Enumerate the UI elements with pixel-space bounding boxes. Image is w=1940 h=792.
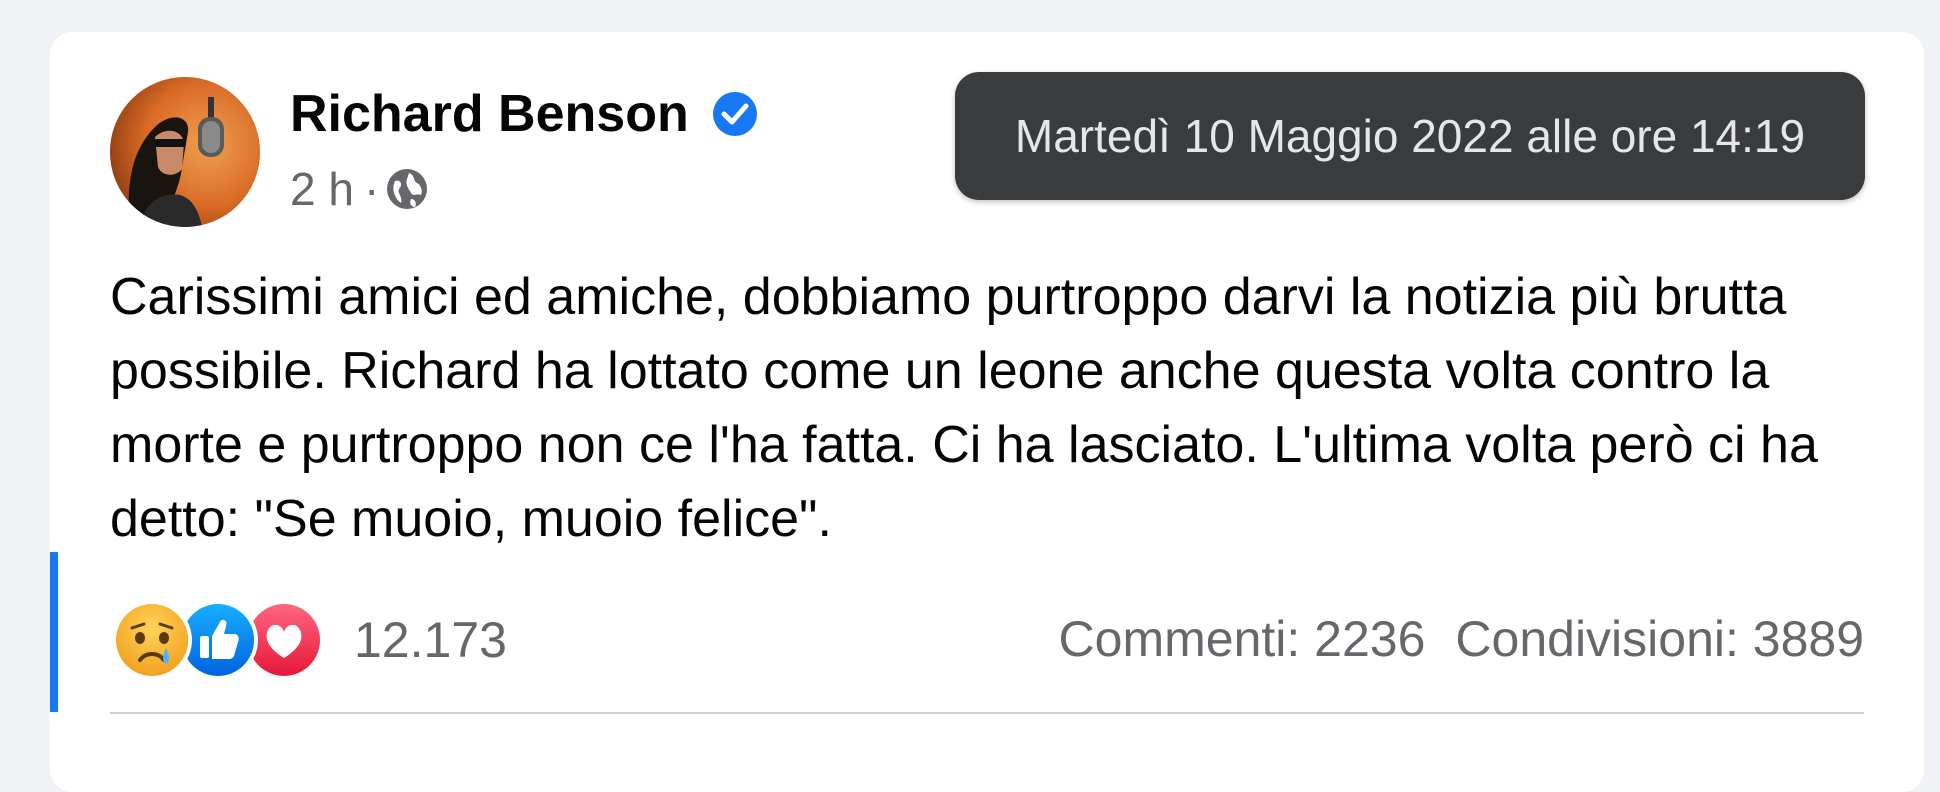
- reaction-count[interactable]: 12.173: [354, 611, 507, 669]
- globe-icon[interactable]: [385, 167, 429, 211]
- post-time[interactable]: 2 h: [290, 162, 354, 216]
- divider: [110, 712, 1864, 714]
- post-meta: 2 h ·: [290, 162, 429, 216]
- post-text: Carissimi amici ed amiche, dobbiamo purt…: [110, 268, 1818, 548]
- post-stats: Commenti: 2236 Condivisioni: 3889: [1059, 610, 1864, 668]
- tooltip-text: Martedì 10 Maggio 2022 alle ore 14:19: [1014, 110, 1806, 162]
- avatar[interactable]: [110, 77, 260, 227]
- author-name[interactable]: Richard Benson: [290, 84, 689, 144]
- verified-badge-icon: [711, 90, 759, 138]
- meta-separator: ·: [363, 163, 380, 215]
- author-name-row: Richard Benson: [290, 84, 759, 144]
- post-card: Richard Benson 2 h · Martedì 10 Maggio 2…: [50, 32, 1924, 792]
- comments-count[interactable]: Commenti: 2236: [1059, 610, 1426, 668]
- focus-indicator: [50, 552, 58, 712]
- avatar-image: [110, 77, 260, 227]
- sad-reaction-icon: [112, 600, 192, 680]
- reactions-summary[interactable]: 12.173: [112, 600, 507, 680]
- shares-count[interactable]: Condivisioni: 3889: [1455, 610, 1864, 668]
- timestamp-tooltip: Martedì 10 Maggio 2022 alle ore 14:19: [955, 72, 1865, 200]
